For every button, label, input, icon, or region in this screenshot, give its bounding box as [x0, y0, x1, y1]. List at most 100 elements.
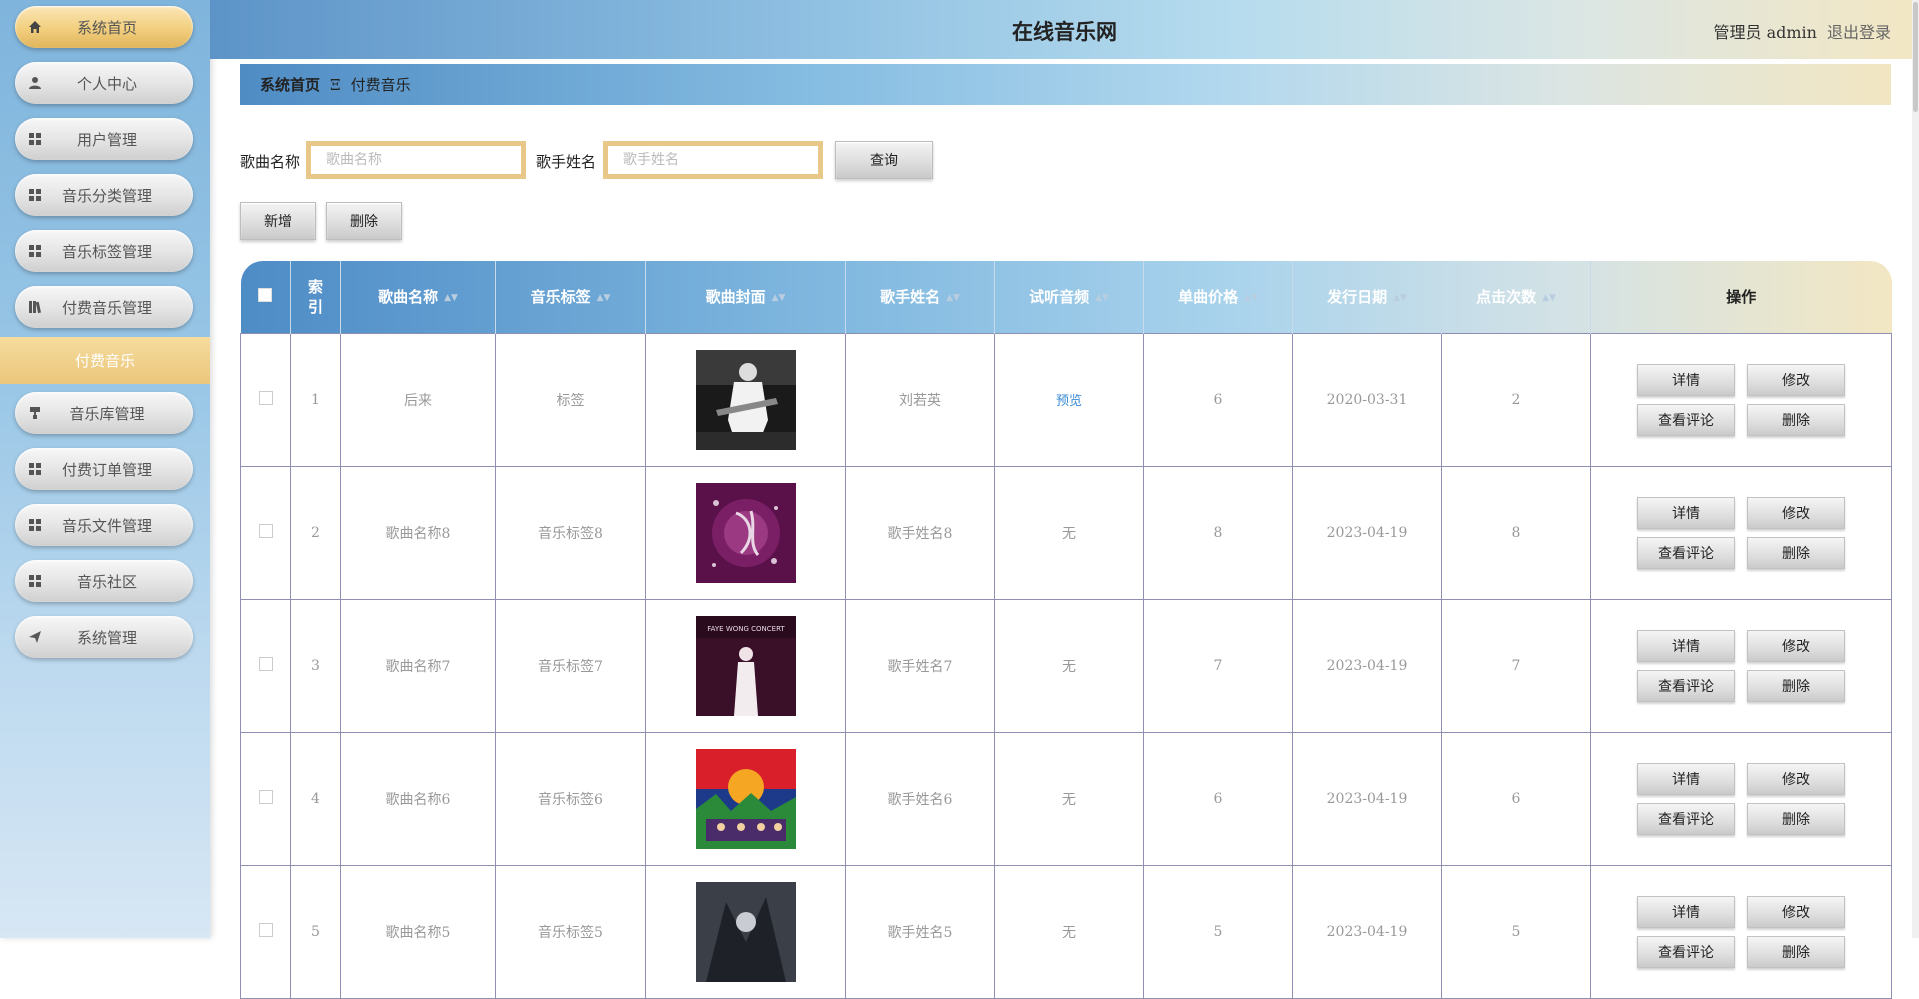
cell-index: 4 [290, 731, 341, 866]
delete-button[interactable]: 删除 [1747, 935, 1845, 968]
header-clicks[interactable]: 点击次数 ▲▼ [1441, 261, 1591, 333]
sidebar-item-music-category[interactable]: 音乐分类管理 [15, 174, 193, 216]
cell-song: 歌曲名称5 [340, 864, 496, 999]
view-comments-button[interactable]: 查看评论 [1637, 802, 1735, 835]
cell-price: 6 [1143, 332, 1293, 467]
sidebar-item-music-library[interactable]: 音乐库管理 [15, 392, 193, 434]
sidebar-item-users[interactable]: 用户管理 [15, 118, 193, 160]
edit-button[interactable]: 修改 [1747, 363, 1845, 396]
sidebar-item-paid-music[interactable]: 付费音乐管理 [15, 286, 193, 328]
detail-button[interactable]: 详情 [1637, 629, 1735, 662]
row-checkbox[interactable] [258, 656, 273, 671]
song-name-input[interactable] [306, 141, 526, 179]
sidebar-item-personal[interactable]: 个人中心 [15, 62, 193, 104]
cell-ops: 详情 修改 查看评论 删除 [1590, 465, 1892, 600]
sort-icon[interactable]: ▲▼ [946, 293, 960, 303]
delete-button[interactable]: 删除 [1747, 536, 1845, 569]
send-icon [15, 630, 55, 644]
sort-icon[interactable]: ▲▼ [1244, 293, 1258, 303]
cell-clicks: 6 [1441, 731, 1591, 866]
logout-link[interactable]: 退出登录 [1827, 23, 1891, 42]
view-comments-button[interactable]: 查看评论 [1637, 536, 1735, 569]
view-comments-button[interactable]: 查看评论 [1637, 403, 1735, 436]
sort-icon[interactable]: ▲▼ [1393, 293, 1407, 303]
cell-audio: 预览 [994, 332, 1144, 467]
sidebar-item-home[interactable]: 系统首页 [15, 6, 193, 48]
select-all-checkbox[interactable] [258, 287, 273, 302]
cell-index: 2 [290, 465, 341, 600]
cell-tag: 标签 [495, 332, 646, 467]
grid-icon [15, 574, 55, 588]
breadcrumb-home[interactable]: 系统首页 [260, 74, 320, 95]
table-header-row: 索引 歌曲名称 ▲▼ 音乐标签 ▲▼ 歌曲封面 ▲▼ 歌手姓名 ▲▼ 试听音频 ▲▼ 单曲… [240, 261, 1892, 333]
sort-icon[interactable]: ▲▼ [772, 293, 786, 303]
delete-button[interactable]: 删除 [1747, 403, 1845, 436]
header-tag[interactable]: 音乐标签 ▲▼ [495, 261, 646, 333]
grid-icon [15, 188, 55, 202]
table-row: 1 后来 标签 刘若英 预览 6 2020-03-31 2 详情 修改 查看评论… [240, 332, 1892, 467]
cell-ops: 详情 修改 查看评论 删除 [1590, 864, 1892, 999]
cell-singer: 歌手姓名5 [845, 864, 995, 999]
sort-icon[interactable]: ▲▼ [597, 293, 611, 303]
page-scrollbar[interactable] [1912, 0, 1919, 938]
cell-price: 8 [1143, 465, 1293, 600]
cell-clicks: 5 [1441, 864, 1591, 999]
header-singer[interactable]: 歌手姓名 ▲▼ [845, 261, 995, 333]
cell-cover [645, 465, 846, 600]
view-comments-button[interactable]: 查看评论 [1637, 935, 1735, 968]
edit-button[interactable]: 修改 [1747, 496, 1845, 529]
cell-tag: 音乐标签7 [495, 598, 646, 733]
delete-button[interactable]: 删除 [1747, 802, 1845, 835]
edit-button[interactable]: 修改 [1747, 629, 1845, 662]
sidebar-subitem-paid-music[interactable]: 付费音乐 [0, 337, 210, 384]
scrollbar-thumb[interactable] [1913, 2, 1918, 112]
header-song[interactable]: 歌曲名称 ▲▼ [340, 261, 496, 333]
cover-image[interactable] [695, 881, 796, 982]
sidebar-item-community[interactable]: 音乐社区 [15, 560, 193, 602]
sidebar-item-system[interactable]: 系统管理 [15, 616, 193, 658]
header-price[interactable]: 单曲价格 ▲▼ [1143, 261, 1293, 333]
row-checkbox[interactable] [258, 922, 273, 937]
row-checkbox[interactable] [258, 789, 273, 804]
edit-button[interactable]: 修改 [1747, 895, 1845, 928]
header-audio[interactable]: 试听音频 ▲▼ [994, 261, 1144, 333]
row-checkbox[interactable] [258, 390, 273, 405]
audio-preview-link[interactable]: 预览 [1056, 394, 1082, 409]
cover-image[interactable]: FAYE WONG CONCERT [695, 615, 796, 716]
cell-song: 歌曲名称6 [340, 731, 496, 866]
breadcrumb-current: 付费音乐 [350, 76, 411, 94]
singer-name-input[interactable] [603, 141, 823, 179]
site-title: 在线音乐网 [1012, 19, 1117, 44]
cell-cover [645, 864, 846, 999]
sidebar-item-orders[interactable]: 付费订单管理 [15, 448, 193, 490]
add-button[interactable]: 新增 [240, 202, 316, 240]
header-cover[interactable]: 歌曲封面 ▲▼ [645, 261, 846, 333]
user-icon [15, 76, 55, 90]
delete-button[interactable]: 删除 [1747, 669, 1845, 702]
cell-price: 5 [1143, 864, 1293, 999]
edit-button[interactable]: 修改 [1747, 762, 1845, 795]
sort-icon[interactable]: ▲▼ [1542, 293, 1556, 303]
sort-icon[interactable]: ▲▼ [1095, 293, 1109, 303]
query-button[interactable]: 查询 [835, 141, 933, 179]
view-comments-button[interactable]: 查看评论 [1637, 669, 1735, 702]
detail-button[interactable]: 详情 [1637, 895, 1735, 928]
cell-tag: 音乐标签8 [495, 465, 646, 600]
bulk-delete-button[interactable]: 删除 [326, 202, 402, 240]
cover-image[interactable] [695, 748, 796, 849]
books-icon [15, 300, 55, 314]
sort-icon[interactable]: ▲▼ [444, 293, 458, 303]
row-select-cell [240, 864, 291, 999]
home-icon [15, 20, 55, 34]
cover-image[interactable] [695, 482, 796, 583]
cell-singer: 歌手姓名7 [845, 598, 995, 733]
sidebar-item-music-tags[interactable]: 音乐标签管理 [15, 230, 193, 272]
detail-button[interactable]: 详情 [1637, 363, 1735, 396]
row-checkbox[interactable] [258, 523, 273, 538]
sidebar-item-music-files[interactable]: 音乐文件管理 [15, 504, 193, 546]
cover-caption: FAYE WONG CONCERT [707, 625, 785, 633]
cover-image[interactable] [695, 349, 796, 450]
detail-button[interactable]: 详情 [1637, 762, 1735, 795]
detail-button[interactable]: 详情 [1637, 496, 1735, 529]
header-date[interactable]: 发行日期 ▲▼ [1292, 261, 1442, 333]
